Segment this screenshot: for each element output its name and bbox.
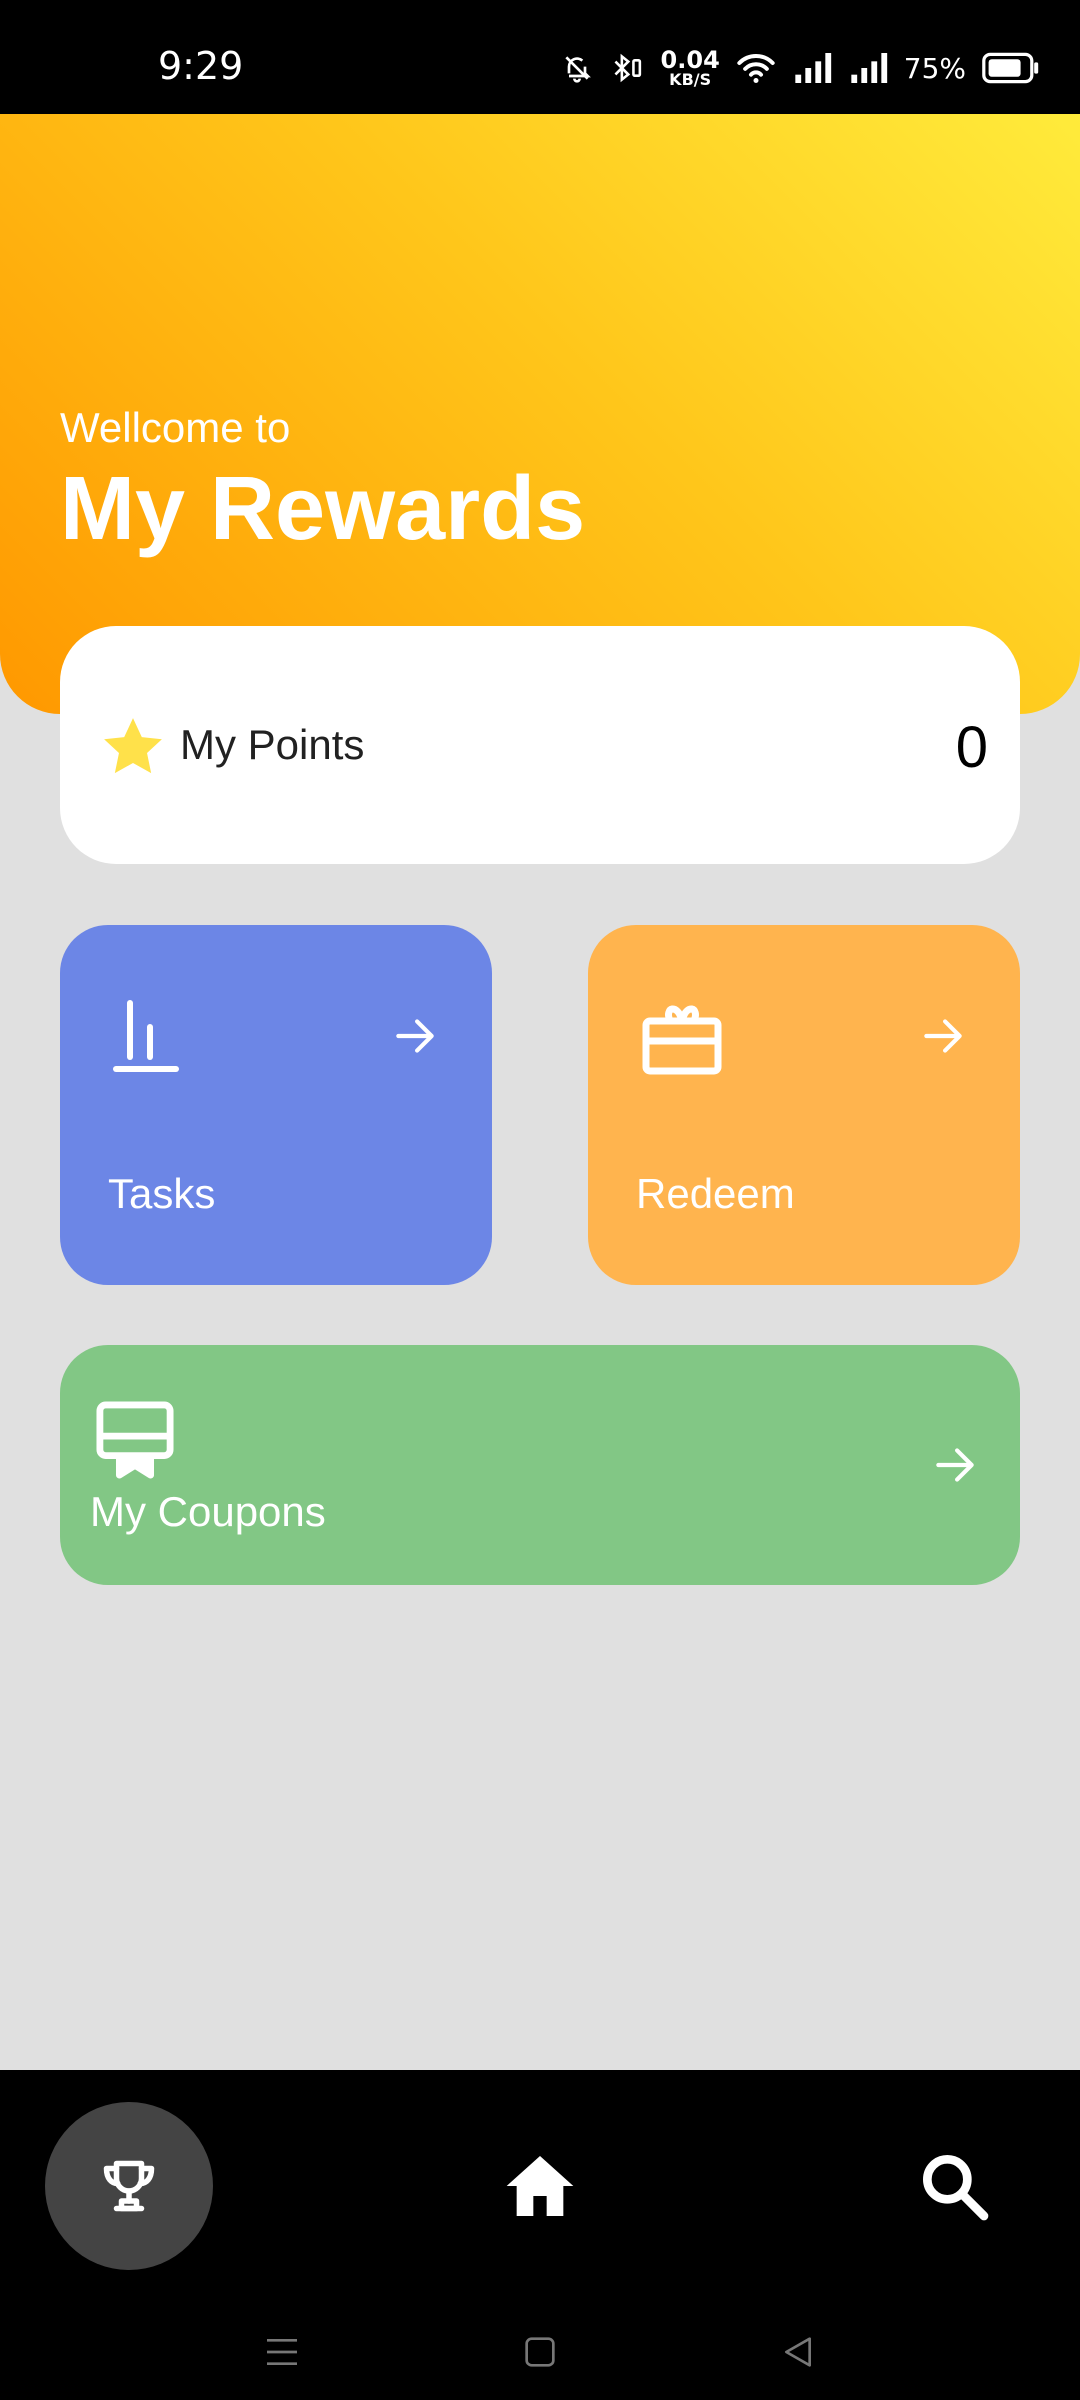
arrow-right-icon xyxy=(936,1448,974,1482)
signal-icon xyxy=(795,53,831,83)
my-coupons-label: My Coupons xyxy=(90,1488,326,1535)
welcome-subtitle: Wellcome to xyxy=(60,404,291,451)
tasks-tile[interactable]: Tasks xyxy=(60,925,492,1285)
my-points-label: My Points xyxy=(180,721,365,768)
rewards-header: Wellcome to My Rewards xyxy=(0,114,1080,714)
menu-icon[interactable] xyxy=(262,2332,302,2372)
net-speed-value: 0.04 xyxy=(660,46,720,74)
status-bar: 9:29 0.04 KB/S 75% xyxy=(0,0,1080,114)
bottom-navigation xyxy=(0,2070,1080,2400)
star-icon xyxy=(104,718,162,774)
signal-icon xyxy=(851,53,887,83)
rewards-nav-button[interactable] xyxy=(45,2102,213,2270)
home-square-icon[interactable] xyxy=(520,2332,560,2372)
my-points-card: My Points 0 xyxy=(60,626,1020,864)
home-icon xyxy=(506,2156,574,2216)
mute-bell-icon xyxy=(564,56,591,83)
status-icons: 0.04 KB/S 75% xyxy=(561,38,1040,98)
wifi-icon xyxy=(737,54,775,83)
battery-icon xyxy=(982,52,1039,84)
arrow-right-icon xyxy=(924,1019,962,1053)
my-points-value: 0 xyxy=(955,715,988,780)
trophy-icon xyxy=(103,2160,155,2212)
tasks-label: Tasks xyxy=(108,1170,216,1217)
battery-percent: 75% xyxy=(903,51,966,85)
search-icon xyxy=(923,2155,989,2221)
coupon-icon xyxy=(96,1401,174,1479)
page-title: My Rewards xyxy=(60,459,586,559)
bar-chart-icon xyxy=(113,1000,179,1072)
redeem-label: Redeem xyxy=(636,1170,795,1217)
status-time: 9:29 xyxy=(158,44,244,88)
net-speed-unit: KB/S xyxy=(669,70,712,89)
gift-card-icon xyxy=(642,1005,722,1075)
arrow-right-icon xyxy=(396,1019,434,1053)
home-nav-button[interactable] xyxy=(500,2146,580,2226)
net-speed: 0.04 KB/S xyxy=(661,48,720,88)
search-nav-button[interactable] xyxy=(914,2146,994,2226)
redeem-tile[interactable]: Redeem xyxy=(588,925,1020,1285)
back-icon[interactable] xyxy=(778,2332,818,2372)
bluetooth-icon xyxy=(614,53,641,83)
my-coupons-tile[interactable]: My Coupons xyxy=(60,1345,1020,1585)
